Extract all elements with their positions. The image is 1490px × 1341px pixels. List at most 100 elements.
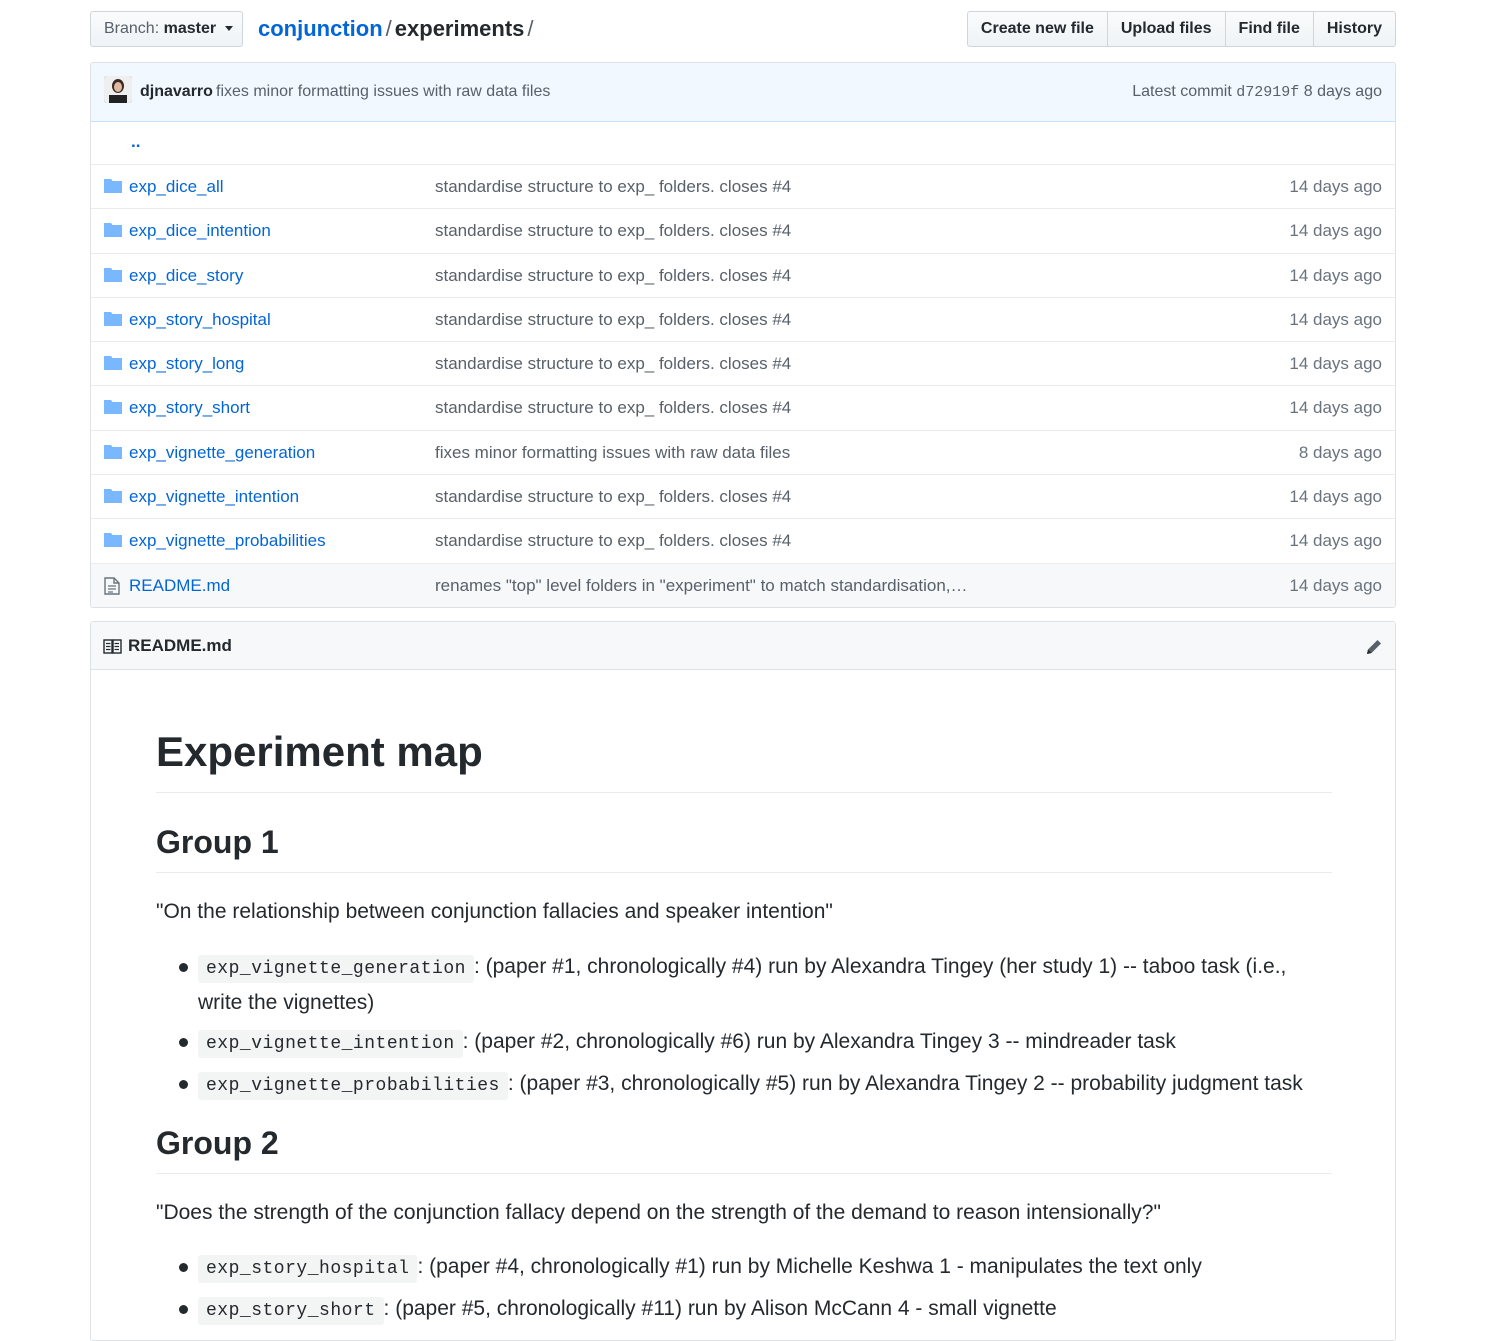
group2-heading: Group 2 <box>156 1123 1332 1174</box>
breadcrumb-separator: / <box>527 16 534 41</box>
file-row[interactable]: exp_story_hospital standardise structure … <box>91 296 1395 341</box>
parent-directory-link[interactable]: .. <box>131 132 140 152</box>
file-name-link[interactable]: exp_vignette_intention <box>129 487 299 507</box>
file-commit-age: 14 days ago <box>1289 575 1382 595</box>
file-commit-message[interactable]: standardise structure to exp_ folders. c… <box>435 221 791 241</box>
bullet <box>179 1080 188 1089</box>
file-commit-message[interactable]: standardise structure to exp_ folders. c… <box>435 354 791 374</box>
list-item: exp_vignette_generation: (paper #1, chro… <box>156 950 1332 1019</box>
file-commit-message[interactable]: fixes minor formatting issues with raw d… <box>435 443 790 463</box>
folder-icon <box>104 399 122 419</box>
bullet <box>179 1263 188 1272</box>
file-commit-age: 14 days ago <box>1289 309 1382 329</box>
file-row[interactable]: README.md renames "top" level folders in … <box>91 562 1395 607</box>
find-file-button[interactable]: Find file <box>1224 11 1314 47</box>
group1-quote: "On the relationship between conjunction… <box>156 900 833 923</box>
list-item: exp_vignette_probabilities: (paper #3, c… <box>156 1067 1332 1103</box>
inline-code: exp_vignette_intention <box>198 1030 463 1058</box>
list-item-text: : (paper #5, chronologically #11) run by… <box>383 1297 1057 1320</box>
file-commit-age: 14 days ago <box>1289 531 1382 551</box>
breadcrumb: conjunction / experiments / <box>258 15 537 43</box>
create-new-file-button[interactable]: Create new file <box>966 11 1108 47</box>
file-row[interactable]: exp_dice_all standardise structure to exp… <box>91 164 1395 208</box>
folder-icon <box>104 178 122 198</box>
list-item-text: : (paper #2, chronologically #6) run by … <box>462 1030 1176 1053</box>
file-commit-age: 14 days ago <box>1289 265 1382 285</box>
avatar[interactable] <box>104 76 132 103</box>
list-item: exp_vignette_intention: (paper #2, chron… <box>156 1025 1332 1061</box>
file-row[interactable]: exp_vignette_intention standardise struct… <box>91 474 1395 518</box>
latest-commit-label: Latest commit <box>1132 83 1232 100</box>
folder-icon <box>104 267 122 287</box>
folder-icon <box>104 488 122 508</box>
group2-list: exp_story_hospital: (paper #4, chronolog… <box>156 1250 1332 1334</box>
file-rows: exp_dice_all standardise structure to exp… <box>91 164 1395 607</box>
group2-quote: "Does the strength of the conjunction fa… <box>156 1201 1161 1224</box>
file-name-link[interactable]: exp_vignette_generation <box>129 443 315 463</box>
file-commit-age: 14 days ago <box>1289 487 1382 507</box>
upload-files-button[interactable]: Upload files <box>1106 11 1226 47</box>
branch-label: Branch: <box>104 20 160 37</box>
commit-author[interactable]: djnavarro <box>140 83 213 101</box>
group1-list: exp_vignette_generation: (paper #1, chro… <box>156 950 1332 1109</box>
breadcrumb-repo-link[interactable]: conjunction <box>258 16 383 41</box>
inline-code: exp_story_hospital <box>198 1255 418 1283</box>
latest-commit-info: Latest commit d72919f 8 days ago <box>1132 83 1382 101</box>
inline-code: exp_vignette_generation <box>198 955 474 983</box>
list-item: exp_story_short: (paper #5, chronologica… <box>156 1292 1332 1328</box>
file-commit-message[interactable]: renames "top" level folders in "experime… <box>435 576 968 596</box>
file-commit-message[interactable]: standardise structure to exp_ folders. c… <box>435 398 791 418</box>
file-name-link[interactable]: exp_story_short <box>129 398 250 418</box>
pencil-icon[interactable] <box>1365 638 1383 661</box>
history-button[interactable]: History <box>1312 11 1396 47</box>
file-actions: Create new file Upload files Find file H… <box>966 11 1396 47</box>
file-commit-age: 14 days ago <box>1289 354 1382 374</box>
parent-directory-row[interactable]: .. <box>91 122 1395 164</box>
breadcrumb-separator: / <box>385 16 392 41</box>
folder-icon <box>104 532 122 552</box>
file-name-link[interactable]: exp_story_long <box>129 354 244 374</box>
readme-title: Experiment map <box>156 726 1332 793</box>
file-row[interactable]: exp_story_short standardise structure to … <box>91 385 1395 429</box>
file-commit-age: 8 days ago <box>1298 442 1382 462</box>
file-row[interactable]: exp_vignette_probabilities standardise st… <box>91 518 1395 562</box>
file-name-link[interactable]: exp_dice_intention <box>129 221 271 241</box>
list-item-text: : (paper #3, chronologically #5) run by … <box>507 1072 1303 1095</box>
file-commit-age: 14 days ago <box>1289 221 1382 241</box>
file-list: djnavarro fixes minor formatting issues … <box>90 62 1396 608</box>
commit-age: 8 days ago <box>1303 83 1382 100</box>
file-commit-message[interactable]: standardise structure to exp_ folders. c… <box>435 177 791 197</box>
bullet <box>179 1305 188 1314</box>
folder-icon <box>104 222 122 242</box>
list-item-text: : (paper #4, chronologically #1) run by … <box>417 1255 1202 1278</box>
group1-heading: Group 1 <box>156 822 1332 873</box>
file-row[interactable]: exp_vignette_generation fixes minor forma… <box>91 429 1395 474</box>
file-commit-message[interactable]: standardise structure to exp_ folders. c… <box>435 266 791 286</box>
folder-icon <box>104 444 122 464</box>
branch-name: master <box>163 20 217 37</box>
file-row[interactable]: exp_dice_intention standardise structure … <box>91 208 1395 252</box>
file-commit-message[interactable]: standardise structure to exp_ folders. c… <box>435 531 791 551</box>
file-commit-message[interactable]: standardise structure to exp_ folders. c… <box>435 487 791 507</box>
commit-sha[interactable]: d72919f <box>1236 84 1299 101</box>
file-commit-age: 14 days ago <box>1289 398 1382 418</box>
inline-code: exp_vignette_probabilities <box>198 1072 508 1100</box>
file-commit-message[interactable]: standardise structure to exp_ folders. c… <box>435 310 791 330</box>
file-navigation: Branch: master conjunction / experiments / … <box>90 11 1396 48</box>
file-row[interactable]: exp_story_long standardise structure to e… <box>91 341 1395 385</box>
readme-header: README.md <box>91 622 1395 670</box>
breadcrumb-current-folder: experiments <box>394 16 525 41</box>
commit-message[interactable]: fixes minor formatting issues with raw d… <box>216 83 550 101</box>
file-name-link[interactable]: exp_dice_story <box>129 266 243 286</box>
bullet <box>179 963 188 972</box>
file-name-link[interactable]: README.md <box>129 576 230 596</box>
branch-select-button[interactable]: Branch: master <box>90 11 243 47</box>
caret-down-icon <box>224 26 233 32</box>
folder-icon <box>104 355 122 375</box>
file-name-link[interactable]: exp_vignette_probabilities <box>129 531 326 551</box>
file-name-link[interactable]: exp_story_hospital <box>129 310 271 330</box>
file-row[interactable]: exp_dice_story standardise structure to e… <box>91 252 1395 297</box>
inline-code: exp_story_short <box>198 1297 384 1325</box>
file-name-link[interactable]: exp_dice_all <box>129 177 224 197</box>
book-icon <box>103 639 122 659</box>
